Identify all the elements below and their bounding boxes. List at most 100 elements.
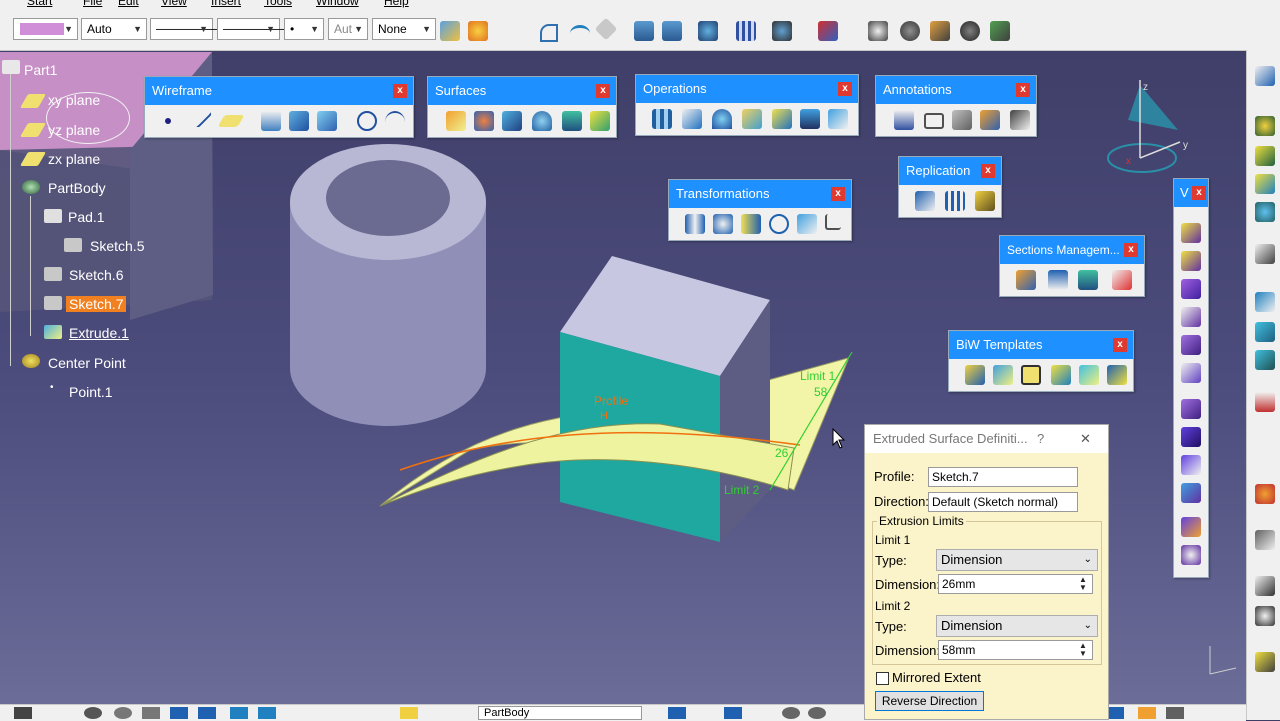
- draft-analysis-icon[interactable]: [1255, 202, 1275, 222]
- select-arrow-icon[interactable]: [1255, 576, 1275, 596]
- volume-extrude-icon[interactable]: [1181, 223, 1201, 243]
- replication-title[interactable]: Replication x: [899, 157, 1001, 185]
- law-icon[interactable]: [1255, 292, 1275, 312]
- porcupine-icon[interactable]: [1255, 392, 1275, 412]
- sketch-icon[interactable]: [44, 296, 62, 310]
- revolve-icon[interactable]: [474, 111, 494, 131]
- gear-icon[interactable]: [900, 21, 920, 41]
- mirrored-extent-checkbox[interactable]: [876, 672, 889, 685]
- fly-mode-icon[interactable]: [84, 707, 102, 719]
- line-icon[interactable]: [189, 105, 213, 129]
- circle-icon[interactable]: [357, 111, 377, 131]
- arc-icon[interactable]: [570, 25, 590, 42]
- volume-sweep-icon[interactable]: [1181, 279, 1201, 299]
- linetype-combo[interactable]: ──────── ▼: [150, 18, 224, 40]
- volume-shell-icon[interactable]: [1181, 545, 1201, 565]
- tree-item-point1[interactable]: Point.1: [69, 384, 113, 400]
- translate-icon[interactable]: [800, 109, 820, 129]
- painter-icon[interactable]: [440, 21, 460, 41]
- offset-icon[interactable]: [317, 111, 337, 131]
- close-icon[interactable]: x: [981, 164, 995, 178]
- limit1-label[interactable]: Limit 1: [800, 369, 836, 383]
- rotate-icon[interactable]: [713, 214, 733, 234]
- hole-curve-icon[interactable]: [1051, 365, 1071, 385]
- sphere-icon[interactable]: [532, 111, 552, 131]
- menu-edit[interactable]: Edit: [118, 0, 139, 8]
- grid-icon[interactable]: [198, 707, 216, 719]
- hole-icon[interactable]: [1021, 365, 1041, 385]
- compass-plane[interactable]: [1128, 85, 1178, 130]
- scaling-icon[interactable]: [769, 214, 789, 234]
- dimension-field-2[interactable]: 58mm ▲ ▼: [938, 640, 1093, 660]
- remove-icon[interactable]: [1181, 427, 1201, 447]
- measure-icon[interactable]: [868, 21, 888, 41]
- surface-analysis-icon[interactable]: [1255, 174, 1275, 194]
- sections-management-title[interactable]: Sections Managem... x: [1000, 236, 1144, 264]
- tree-item-sketch5[interactable]: Sketch.5: [90, 238, 144, 254]
- menu-file[interactable]: File: [83, 0, 102, 8]
- connect-checker-icon[interactable]: [1255, 322, 1275, 342]
- biw-templates-title[interactable]: BiW Templates x: [949, 331, 1133, 359]
- pad-icon[interactable]: [44, 209, 62, 223]
- none-combo[interactable]: None ▼: [372, 18, 436, 40]
- close-icon[interactable]: x: [831, 187, 845, 201]
- explosion-icon[interactable]: [468, 21, 488, 41]
- menu-view[interactable]: View: [161, 0, 187, 8]
- tree-item-pad1[interactable]: Pad.1: [68, 209, 105, 225]
- tree-item-zx-plane[interactable]: zx plane: [48, 151, 100, 167]
- section-2-icon[interactable]: [1048, 270, 1068, 290]
- sketcher-icon[interactable]: [1255, 66, 1275, 86]
- constraint-icon[interactable]: [772, 21, 792, 41]
- grid-icon[interactable]: [736, 21, 756, 41]
- powercopy-icon[interactable]: [975, 191, 995, 211]
- view-icon[interactable]: [170, 707, 188, 719]
- geometrical-set-icon[interactable]: [22, 354, 40, 368]
- menu-window[interactable]: Window: [316, 0, 359, 8]
- close-icon[interactable]: ✕: [1080, 425, 1091, 453]
- render-icon[interactable]: [1166, 707, 1184, 719]
- volume-fill-icon[interactable]: [1181, 307, 1201, 327]
- help-icon[interactable]: ?: [1037, 425, 1044, 453]
- v-toolbar-title[interactable]: Vx: [1174, 179, 1208, 207]
- plane-icon[interactable]: [19, 123, 47, 137]
- gear-icon[interactable]: [1255, 530, 1275, 550]
- curvature-icon[interactable]: [1255, 350, 1275, 370]
- annotations-title[interactable]: Annotations x: [876, 76, 1036, 104]
- volume-revolve-icon[interactable]: [1181, 251, 1201, 271]
- planar-surface-icon[interactable]: [1255, 116, 1275, 136]
- dress-up-icon[interactable]: [1255, 484, 1275, 504]
- knowledge-icon[interactable]: [990, 21, 1010, 41]
- thick-surface-icon[interactable]: [1181, 335, 1201, 355]
- normal-view-icon[interactable]: [258, 707, 276, 719]
- close-icon[interactable]: x: [838, 82, 852, 96]
- mating-flange-icon[interactable]: [1079, 365, 1099, 385]
- apply-material-icon[interactable]: [1138, 707, 1156, 719]
- lineweight-combo[interactable]: ──────── ▼: [217, 18, 291, 40]
- extract-icon[interactable]: [772, 109, 792, 129]
- gear-blue-icon[interactable]: [698, 21, 718, 41]
- partbody-icon[interactable]: [22, 180, 40, 194]
- extrapolate-icon[interactable]: [828, 109, 848, 129]
- point-icon[interactable]: [165, 118, 171, 124]
- sketch-icon[interactable]: [64, 238, 82, 252]
- extrude-icon[interactable]: [446, 111, 466, 131]
- axis-to-axis-icon[interactable]: [825, 214, 841, 230]
- point-icon[interactable]: •: [50, 382, 54, 393]
- tree-item-sketch7[interactable]: Sketch.7: [66, 296, 127, 312]
- limit1-value[interactable]: 58: [814, 385, 828, 399]
- type-select-1[interactable]: Dimension ⌄: [936, 549, 1098, 571]
- extrude-icon[interactable]: [44, 325, 62, 339]
- pattern-icon[interactable]: [945, 191, 965, 211]
- multi-section-icon[interactable]: [590, 111, 610, 131]
- union-trim-icon[interactable]: [1181, 483, 1201, 503]
- spinner-icon[interactable]: ▲ ▼: [1076, 576, 1090, 592]
- flag-note-icon[interactable]: [924, 113, 944, 129]
- reverse-direction-button[interactable]: Reverse Direction: [875, 691, 984, 711]
- layer-combo[interactable]: Aut ▼: [328, 18, 368, 40]
- operations-title[interactable]: Operations x: [636, 75, 858, 103]
- menu-insert[interactable]: Insert: [211, 0, 241, 8]
- section-icon[interactable]: [1016, 270, 1036, 290]
- mouse-icon[interactable]: [14, 707, 32, 719]
- close-surface-icon[interactable]: [1181, 363, 1201, 383]
- tree-item-partbody[interactable]: PartBody: [48, 180, 106, 196]
